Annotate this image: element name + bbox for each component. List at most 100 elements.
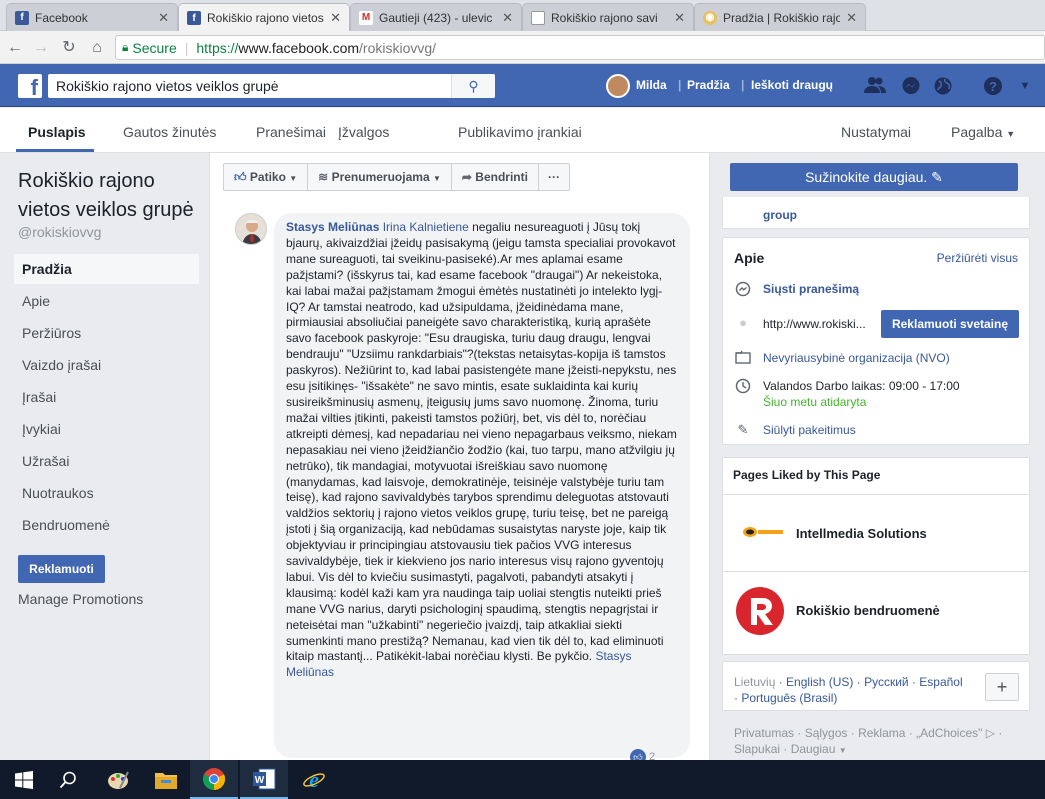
- promote-website-button[interactable]: Reklamuoti svetainę: [881, 310, 1019, 338]
- browser-tab-pradzia[interactable]: ◉ Pradžia | Rokiškio rajo ✕: [694, 3, 866, 31]
- close-tab-icon[interactable]: ✕: [674, 10, 685, 26]
- file-explorer-icon[interactable]: [142, 760, 190, 799]
- send-message-link[interactable]: Siųsti pranešimą: [763, 282, 859, 296]
- language-link[interactable]: Português (Brasil): [741, 691, 837, 705]
- sidebar-item-ivykiai[interactable]: Įvykiai: [14, 414, 199, 444]
- back-arrow-icon[interactable]: ←: [4, 37, 26, 59]
- sidebar-item-pradzia[interactable]: Pradžia: [14, 254, 199, 284]
- footer-link[interactable]: Slapukai: [734, 742, 780, 756]
- facebook-favicon-icon: f: [187, 11, 201, 25]
- friend-requests-icon[interactable]: [864, 76, 886, 96]
- tab-page[interactable]: Puslapis: [28, 124, 86, 140]
- sidebar-item-nuotraukos[interactable]: Nuotraukos: [14, 478, 199, 508]
- open-now-status: Šiuo metu atidaryta: [763, 395, 867, 409]
- page-handle[interactable]: @rokiskiovvg: [18, 224, 101, 240]
- tab-settings[interactable]: Nustatymai: [841, 124, 911, 140]
- user-avatar[interactable]: [606, 74, 630, 98]
- facebook-top-bar: f Rokiškio rajono vietos veiklos grupė ⚲…: [0, 64, 1045, 107]
- address-bar[interactable]: 🔒︎ Secure | https://www.facebook.com/rok…: [115, 35, 1045, 60]
- search-icon[interactable]: [44, 760, 92, 799]
- liked-page-name[interactable]: Rokiškio bendruomenė: [796, 603, 940, 618]
- learn-more-button[interactable]: Sužinokite daugiau. ✎: [730, 163, 1018, 191]
- language-list: Lietuvių · English (US) · Русский · Espa…: [734, 675, 963, 705]
- internet-explorer-icon[interactable]: e: [290, 760, 338, 799]
- tab-notifications[interactable]: Pranešimai: [256, 124, 326, 140]
- sidebar-item-uzrasai[interactable]: Užrašai: [14, 446, 199, 476]
- like-page-button[interactable]: 👍︎ Patiko ▼: [223, 163, 309, 191]
- sidebar-item-irasai[interactable]: Įrašai: [14, 382, 199, 412]
- manage-promotions-link[interactable]: Manage Promotions: [18, 591, 143, 607]
- footer-link[interactable]: Privatumas: [734, 726, 794, 740]
- commenter-avatar[interactable]: [235, 213, 267, 245]
- comment-author-link[interactable]: Stasys Meliūnas: [286, 220, 379, 234]
- share-button[interactable]: ➦ Bendrinti: [450, 163, 539, 191]
- tab-insights[interactable]: Įžvalgos: [338, 124, 389, 140]
- help-label: Pagalba: [951, 124, 1003, 140]
- add-language-button[interactable]: +: [985, 673, 1019, 701]
- chrome-app-icon[interactable]: [190, 760, 238, 799]
- tab-title: Rokiškio rajono vietos: [207, 11, 324, 25]
- facebook-logo-icon[interactable]: f: [18, 74, 42, 98]
- tab-title: Facebook: [35, 10, 88, 25]
- help-icon[interactable]: ?: [982, 76, 1004, 96]
- promote-button[interactable]: Reklamuoti: [18, 555, 105, 583]
- language-link[interactable]: Русский: [864, 675, 909, 689]
- tab-inbox[interactable]: Gautos žinutės: [123, 124, 216, 140]
- browser-tab-savivaldybe[interactable]: Rokiškio rajono savi ✕: [522, 3, 694, 31]
- sidebar-item-apie[interactable]: Apie: [14, 286, 199, 316]
- forward-arrow-icon[interactable]: →: [30, 37, 52, 59]
- language-link[interactable]: Español: [919, 675, 962, 689]
- paint-app-icon[interactable]: [94, 760, 142, 799]
- tab-help[interactable]: Pagalba ▼: [951, 124, 1015, 140]
- category-link[interactable]: Nevyriausybinė organizacija (NVO): [763, 351, 950, 365]
- find-friends-link[interactable]: Ieškoti draugų: [751, 78, 833, 92]
- follow-button[interactable]: ≋ Prenumeruojama ▼: [307, 163, 452, 191]
- footer-link[interactable]: Reklama: [858, 726, 905, 740]
- close-tab-icon[interactable]: ✕: [846, 10, 857, 26]
- see-all-link[interactable]: Peržiūrėti visus: [937, 251, 1018, 265]
- reaction-count: 2: [649, 751, 656, 760]
- facebook-search-input[interactable]: Rokiškio rajono vietos veiklos grupė ⚲: [48, 74, 495, 98]
- language-link[interactable]: English (US): [786, 675, 853, 689]
- suggest-edits-link[interactable]: Siūlyti pakeitimus: [763, 423, 856, 437]
- browser-tab-facebook[interactable]: f Facebook ✕: [6, 3, 178, 31]
- comment-body: negaliu nesureaguoti į Jūsų tokį bjaurų,…: [286, 220, 677, 664]
- mention-link[interactable]: Irina Kalnietiene: [383, 220, 469, 234]
- comment-reactions[interactable]: 👍︎ 2: [630, 749, 655, 760]
- svg-text:W: W: [255, 775, 265, 786]
- website-link[interactable]: http://www.rokiski...: [763, 317, 866, 331]
- footer-link[interactable]: Daugiau: [791, 742, 836, 756]
- liked-page-row[interactable]: Intellmedia Solutions: [723, 494, 1029, 571]
- windows-start-icon[interactable]: [0, 760, 48, 799]
- sidebar-item-perziuros[interactable]: Peržiūros: [14, 318, 199, 348]
- search-icon[interactable]: ⚲: [451, 74, 495, 98]
- browser-tab-rokiskio-vvg[interactable]: f Rokiškio rajono vietos ✕: [178, 3, 350, 32]
- notifications-globe-icon[interactable]: [932, 76, 954, 96]
- svg-text:?: ?: [989, 79, 997, 94]
- browser-tab-gmail[interactable]: M Gautieji (423) - ulevic ✕: [350, 3, 522, 31]
- tab-publishing-tools[interactable]: Publikavimo įrankiai: [458, 124, 582, 140]
- reload-icon[interactable]: ↻: [58, 37, 80, 59]
- footer-link[interactable]: „AdChoices": [916, 726, 982, 740]
- messenger-icon[interactable]: [900, 76, 922, 96]
- group-link[interactable]: group: [763, 208, 797, 222]
- liked-page-row[interactable]: Rokiškio bendruomenė: [723, 571, 1029, 648]
- clipped-group-card: group: [722, 197, 1030, 229]
- footer-link[interactable]: Sąlygos: [805, 726, 848, 740]
- home-link[interactable]: Pradžia: [687, 78, 730, 92]
- profile-link[interactable]: Milda: [636, 78, 667, 92]
- close-tab-icon[interactable]: ✕: [502, 10, 513, 26]
- home-icon[interactable]: ⌂: [86, 37, 108, 59]
- pencil-icon: ✎: [931, 169, 943, 185]
- sidebar-item-bendruomene[interactable]: Bendruomenė: [14, 510, 199, 540]
- account-menu-arrow-icon[interactable]: ▼: [1014, 76, 1036, 96]
- liked-page-name[interactable]: Intellmedia Solutions: [796, 526, 927, 541]
- sidebar-item-vaizdo-irasai[interactable]: Vaizdo įrašai: [14, 350, 199, 380]
- search-input-value: Rokiškio rajono vietos veiklos grupė: [56, 78, 279, 94]
- globe-icon: ●: [739, 315, 747, 330]
- main-feed: 👍︎ Patiko ▼ ≋ Prenumeruojama ▼ ➦ Bendrin…: [209, 153, 710, 760]
- close-tab-icon[interactable]: ✕: [158, 10, 169, 26]
- word-app-icon[interactable]: W: [240, 760, 288, 799]
- more-options-button[interactable]: ···: [537, 163, 570, 191]
- close-tab-icon[interactable]: ✕: [330, 10, 341, 26]
